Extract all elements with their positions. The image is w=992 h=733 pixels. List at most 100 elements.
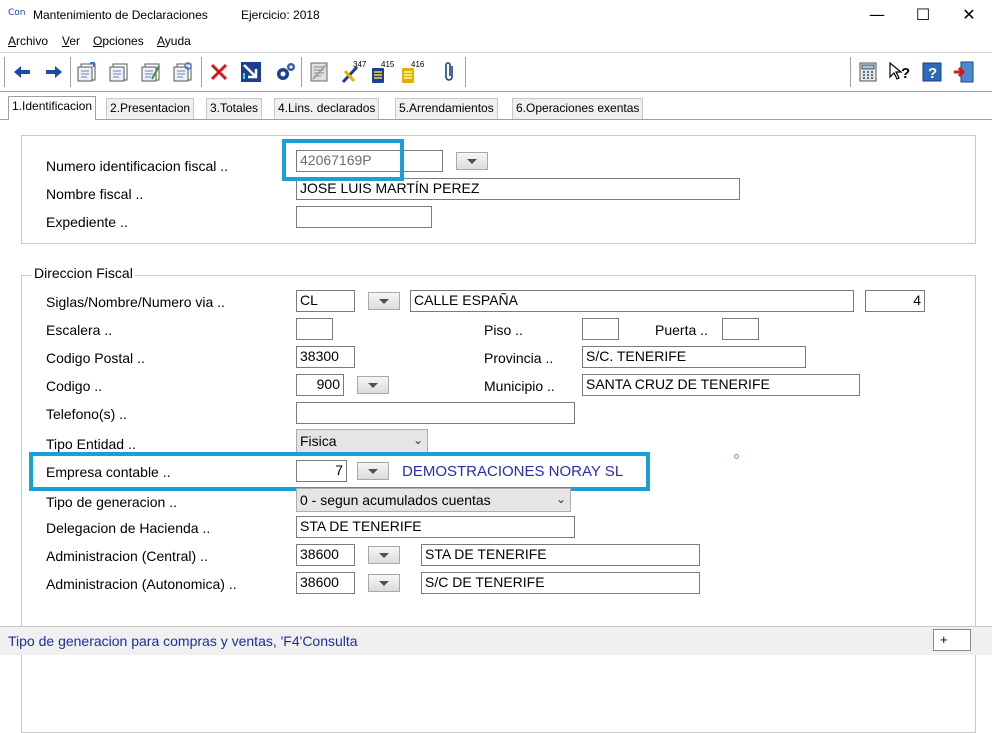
- telefono-field[interactable]: [296, 402, 575, 424]
- tipo-entidad-select[interactable]: Fisica ⌄: [296, 429, 428, 453]
- expediente-field[interactable]: [296, 206, 432, 228]
- delegacion-hacienda-label: Delegacion de Hacienda ..: [46, 520, 211, 536]
- menu-bar: Archivo Ver Opciones Ayuda: [0, 32, 992, 51]
- forward-arrow-icon[interactable]: [41, 59, 67, 85]
- administracion-central-codigo[interactable]: 38600: [296, 544, 355, 566]
- exit-icon[interactable]: [951, 59, 977, 85]
- status-text: Tipo de generacion para compras y ventas…: [8, 633, 358, 649]
- svg-text:416: 416: [411, 60, 425, 69]
- new-record-icon[interactable]: [74, 59, 100, 85]
- via-label: Siglas/Nombre/Numero via ..: [46, 294, 225, 310]
- status-bar: Tipo de generacion para compras y ventas…: [0, 626, 992, 655]
- nif-lookup-button[interactable]: [456, 152, 488, 170]
- codigo-postal-label: Codigo Postal ..: [46, 350, 145, 366]
- municipio-field[interactable]: SANTA CRUZ DE TENERIFE: [582, 374, 860, 396]
- provincia-field[interactable]: S/C. TENERIFE: [582, 346, 806, 368]
- minimize-button[interactable]: —: [854, 0, 900, 32]
- highlight-empresa: [29, 452, 650, 491]
- puerta-field[interactable]: [722, 318, 759, 340]
- administracion-autonomica-nombre[interactable]: S/C DE TENERIFE: [421, 572, 700, 594]
- nombre-fiscal-field[interactable]: JOSE LUIS MARTÍN PEREZ: [296, 178, 740, 200]
- tab-totales[interactable]: 3.Totales: [206, 98, 263, 119]
- delete-icon[interactable]: [206, 59, 232, 85]
- chevron-down-icon: [379, 552, 389, 558]
- direccion-fiscal-title: Direccion Fiscal: [32, 265, 135, 281]
- model-347-icon[interactable]: 347: [340, 59, 366, 85]
- tab-identificacion[interactable]: 1.Identificacion: [8, 96, 97, 120]
- administracion-central-label: Administracion (Central) ..: [46, 548, 208, 564]
- provincia-label: Provincia ..: [484, 350, 554, 366]
- escalera-label: Escalera ..: [46, 322, 113, 338]
- svg-text:?: ?: [928, 65, 937, 82]
- model-416-icon[interactable]: 416: [399, 59, 425, 85]
- tab-arrendamientos[interactable]: 5.Arrendamientos: [395, 98, 498, 119]
- svg-text:415: 415: [381, 60, 395, 69]
- siglas-lookup-button[interactable]: [368, 292, 400, 310]
- telefono-label: Telefono(s) ..: [46, 406, 127, 422]
- model-415-icon[interactable]: 415: [369, 59, 395, 85]
- municipio-label: Municipio ..: [484, 378, 555, 394]
- nombre-fiscal-label: Nombre fiscal ..: [46, 186, 144, 202]
- copy-record-icon[interactable]: [106, 59, 132, 85]
- select-icon[interactable]: [238, 59, 264, 85]
- toolbar: 347 415 416 ? ?: [0, 52, 992, 92]
- piso-label: Piso ..: [484, 322, 523, 338]
- cursor-marker-icon: [734, 454, 739, 459]
- calculator-icon[interactable]: [855, 59, 881, 85]
- close-button[interactable]: ✕: [946, 0, 992, 32]
- svg-text:347: 347: [353, 60, 366, 69]
- codigo-lookup-button[interactable]: [357, 376, 389, 394]
- help-pointer-icon[interactable]: ?: [887, 59, 913, 85]
- tipo-generacion-label: Tipo de generacion ..: [46, 494, 178, 510]
- administracion-autonomica-label: Administracion (Autonomica) ..: [46, 576, 237, 592]
- tab-strip: 1.Identificacion 2.Presentacion 3.Totale…: [0, 96, 992, 120]
- menu-ver[interactable]: Ver: [62, 34, 80, 48]
- tab-lins-declarados[interactable]: 4.Lins. declarados: [274, 98, 380, 119]
- maximize-button[interactable]: ☐: [900, 0, 946, 32]
- expediente-label: Expediente ..: [46, 214, 128, 230]
- administracion-autonomica-lookup-button[interactable]: [368, 574, 400, 592]
- highlight-nif: [282, 139, 404, 181]
- menu-archivo[interactable]: Archivo: [8, 34, 48, 48]
- chevron-down-icon: ⌄: [555, 492, 566, 506]
- piso-field[interactable]: [582, 318, 619, 340]
- chevron-down-icon: ⌄: [412, 433, 423, 447]
- numero-field[interactable]: 4: [865, 290, 925, 312]
- document-icon[interactable]: [306, 59, 332, 85]
- puerta-label: Puerta ..: [655, 322, 708, 338]
- menu-ayuda[interactable]: Ayuda: [157, 34, 191, 48]
- back-arrow-icon[interactable]: [9, 59, 35, 85]
- edit-record-icon[interactable]: [138, 59, 164, 85]
- nif-label: Numero identificacion fiscal ..: [46, 158, 229, 174]
- calle-field[interactable]: CALLE ESPAÑA: [410, 290, 854, 312]
- siglas-field[interactable]: CL: [296, 290, 355, 312]
- status-indicator[interactable]: +: [933, 629, 971, 651]
- administracion-central-nombre[interactable]: STA DE TENERIFE: [421, 544, 700, 566]
- delegacion-hacienda-field[interactable]: STA DE TENERIFE: [296, 516, 575, 538]
- print-record-icon[interactable]: [170, 59, 196, 85]
- chevron-down-icon: [368, 382, 378, 388]
- title-bar: Con Mantenimiento de Declaraciones Ejerc…: [0, 0, 992, 32]
- window-title: Mantenimiento de Declaraciones: [33, 8, 208, 22]
- chevron-down-icon: [379, 298, 389, 304]
- attach-icon[interactable]: [437, 59, 463, 85]
- chevron-down-icon: [379, 580, 389, 586]
- settings-icon[interactable]: [272, 59, 298, 85]
- tab-operaciones-exentas[interactable]: 6.Operaciones exentas: [512, 98, 644, 119]
- codigo-field[interactable]: 900: [296, 374, 344, 396]
- tipo-entidad-label: Tipo Entidad ..: [46, 436, 136, 452]
- escalera-field[interactable]: [296, 318, 333, 340]
- help-book-icon[interactable]: ?: [919, 59, 945, 85]
- codigo-postal-field[interactable]: 38300: [296, 346, 355, 368]
- app-icon: Con: [8, 8, 26, 18]
- chevron-down-icon: [467, 158, 477, 164]
- menu-opciones[interactable]: Opciones: [93, 34, 144, 48]
- administracion-central-lookup-button[interactable]: [368, 546, 400, 564]
- codigo-label: Codigo ..: [46, 378, 103, 394]
- ejercicio-label: Ejercicio: 2018: [241, 8, 320, 22]
- administracion-autonomica-codigo[interactable]: 38600: [296, 572, 355, 594]
- tipo-generacion-select[interactable]: 0 - segun acumulados cuentas ⌄: [296, 488, 571, 512]
- form-panel: Numero identificacion fiscal .. 42067169…: [0, 120, 992, 733]
- svg-text:?: ?: [901, 65, 910, 82]
- tab-presentacion[interactable]: 2.Presentacion: [106, 98, 195, 119]
